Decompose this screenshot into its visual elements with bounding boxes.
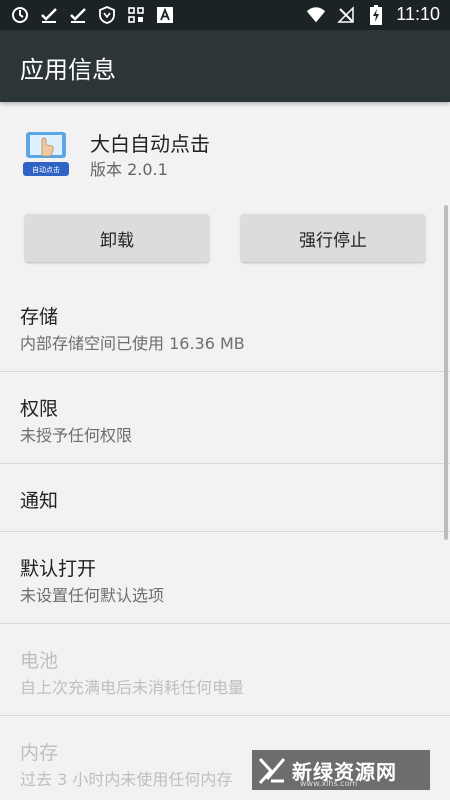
app-header: 自动点击 大白自动点击 版本 2.0.1 [0, 102, 450, 212]
page-title: 应用信息 [20, 56, 116, 84]
permissions-item[interactable]: 权限 未授予任何权限 [0, 372, 450, 462]
notifications-item[interactable]: 通知 [0, 464, 450, 530]
scrollbar[interactable] [444, 205, 448, 540]
grid-icon [126, 5, 146, 25]
shield-icon [97, 5, 117, 25]
storage-title: 存储 [20, 306, 59, 328]
watermark-logo-icon [252, 750, 292, 790]
open-by-default-item[interactable]: 默认打开 未设置任何默认选项 [0, 532, 450, 622]
battery-item: 电池 自上次充满电后未消耗任何电量 [0, 624, 450, 714]
uninstall-button[interactable]: 卸载 [25, 214, 209, 262]
sync-icon [10, 5, 30, 25]
watermark: 新绿资源网 www.xlhs.com [252, 750, 430, 790]
status-bar-notifications [10, 5, 175, 25]
status-bar-system: 11:10 [306, 4, 440, 25]
battery-charging-icon [366, 4, 386, 25]
app-name: 大白自动点击 [90, 132, 210, 156]
app-version: 版本 2.0.1 [90, 160, 168, 179]
memory-subtitle: 过去 3 小时内未使用任何内存 [20, 770, 233, 789]
wifi-icon [306, 5, 326, 25]
open-by-default-subtitle: 未设置任何默认选项 [20, 586, 165, 605]
storage-item[interactable]: 存储 内部存储空间已使用 16.36 MB [0, 282, 450, 370]
clock: 11:10 [396, 4, 440, 24]
app-icon: 自动点击 [20, 128, 72, 180]
check-icon [39, 5, 59, 25]
app-bar: 应用信息 [0, 30, 450, 102]
check-icon [68, 5, 88, 25]
storage-subtitle: 内部存储空间已使用 16.36 MB [20, 334, 245, 353]
svg-text:自动点击: 自动点击 [32, 165, 60, 174]
a-box-icon [155, 5, 175, 25]
no-signal-icon [336, 5, 356, 25]
battery-title: 电池 [20, 650, 59, 672]
battery-subtitle: 自上次充满电后未消耗任何电量 [20, 678, 245, 697]
app-info-content: 自动点击 大白自动点击 版本 2.0.1 卸载 强行停止 存储 内部存储空间已使… [0, 102, 450, 800]
status-bar: 11:10 [0, 0, 450, 30]
memory-title: 内存 [20, 742, 59, 764]
watermark-url: www.xlhs.com [300, 779, 358, 788]
open-by-default-title: 默认打开 [20, 558, 97, 580]
notifications-title: 通知 [20, 490, 59, 512]
permissions-title: 权限 [20, 398, 59, 420]
permissions-subtitle: 未授予任何权限 [20, 426, 133, 445]
force-stop-button[interactable]: 强行停止 [241, 214, 425, 262]
